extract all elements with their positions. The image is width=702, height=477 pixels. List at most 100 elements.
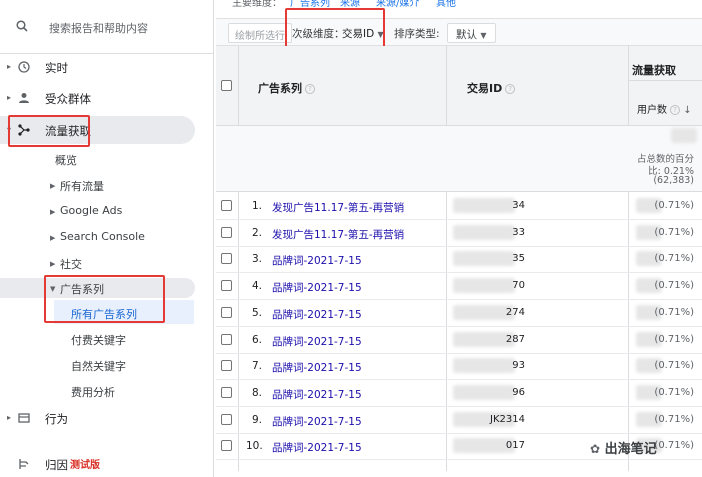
summary-line: (62,383) <box>653 175 694 186</box>
sub-paid-keywords[interactable]: 付费关键字 <box>71 332 126 352</box>
table-row[interactable]: 4. 品牌词-2021-7-15 70 (0.71%) <box>216 272 702 301</box>
users-pct: (0.71%) <box>654 386 694 398</box>
row-checkbox[interactable] <box>221 360 232 372</box>
nav-item-behavior[interactable]: ▸ 行为 <box>0 406 213 430</box>
col-header-label: 交易ID <box>467 82 503 95</box>
col-header-txid[interactable]: 交易ID? <box>467 80 516 96</box>
sub-google-ads[interactable]: ▶ Google Ads <box>50 204 123 224</box>
row-checkbox[interactable] <box>221 386 232 398</box>
row-checkbox[interactable] <box>221 280 232 292</box>
campaign-link[interactable]: 发现广告11.17-第五-再营销 <box>272 200 404 215</box>
row-number: 7. <box>251 360 262 373</box>
users-pct: (0.71%) <box>654 440 694 452</box>
users-pct: (0.71%) <box>654 413 694 425</box>
nav-item-realtime[interactable]: ▸ 实时 <box>0 55 213 79</box>
sub-cost-analysis[interactable]: 费用分析 <box>71 384 115 404</box>
nav-item-attribution[interactable]: 归因 测试版 <box>0 452 213 476</box>
campaign-link[interactable]: 品牌词-2021-7-15 <box>272 253 362 268</box>
campaign-link[interactable]: 发现广告11.17-第五-再营销 <box>272 227 404 242</box>
summary-row: 占总数的百分 比: 0.21% (62,383) <box>216 126 702 192</box>
row-checkbox[interactable] <box>221 440 232 452</box>
sub-social[interactable]: ▶ 社交 <box>50 256 82 276</box>
beta-badge: 测试版 <box>70 460 100 471</box>
chevron-right-icon: ▸ <box>7 93 12 102</box>
sub-label: 自然关键字 <box>71 360 126 373</box>
triangle-right-icon: ▶ <box>50 208 56 216</box>
triangle-right-icon: ▶ <box>50 260 56 268</box>
campaign-link[interactable]: 品牌词-2021-7-15 <box>272 414 362 429</box>
users-pct: (0.71%) <box>654 253 694 265</box>
users-pct: (0.71%) <box>654 333 694 345</box>
table-row[interactable]: 3. 品牌词-2021-7-15 35 (0.71%) <box>216 245 702 274</box>
nav-label: 归因 <box>45 458 68 472</box>
behavior-icon <box>18 413 30 423</box>
campaign-link[interactable]: 品牌词-2021-7-15 <box>272 387 362 402</box>
primary-dim-option[interactable]: 广告系列 <box>290 0 330 8</box>
triangle-right-icon: ▶ <box>50 182 56 190</box>
txid-value: 274 <box>505 306 525 318</box>
group-header-rule <box>628 80 702 81</box>
table-row[interactable]: 1. 发现广告11.17-第五-再营销 34 (0.71%) <box>216 192 702 220</box>
help-icon[interactable]: ? <box>670 105 680 115</box>
sort-type-select[interactable]: 默认 ▼ <box>447 23 496 43</box>
row-checkbox[interactable] <box>221 226 232 238</box>
select-all-checkbox[interactable] <box>221 80 232 91</box>
sub-label: 付费关键字 <box>71 334 126 347</box>
txid-value: 35 <box>512 253 525 265</box>
highlight-box-acquisition <box>8 115 90 147</box>
sub-overview[interactable]: 概览 <box>55 152 77 172</box>
primary-dim-option[interactable]: 来源 <box>340 0 360 8</box>
table-row[interactable]: 8. 品牌词-2021-7-15 96 (0.71%) <box>216 379 702 407</box>
txid-value: JK2314 <box>490 413 525 425</box>
primary-dim-label: 主要维度： <box>232 0 282 8</box>
row-number: 9. <box>251 413 262 426</box>
campaign-link[interactable]: 品牌词-2021-7-15 <box>272 334 362 349</box>
row-checkbox[interactable] <box>221 200 232 211</box>
primary-dimension-strip: 主要维度： 广告系列 来源 来源/媒介 其他 <box>216 0 702 8</box>
nav-label: 行为 <box>45 412 68 426</box>
users-pct: (0.71%) <box>654 306 694 318</box>
help-icon[interactable]: ? <box>505 84 516 94</box>
col-header-label: 用户数 <box>637 105 667 116</box>
txid-value: 287 <box>505 333 525 345</box>
table-row[interactable]: 2. 发现广告11.17-第五-再营销 33 (0.71%) <box>216 219 702 247</box>
clock-icon <box>18 61 30 73</box>
help-icon[interactable]: ? <box>305 84 315 94</box>
search-box[interactable]: 搜索报告和帮助内容 <box>0 0 213 54</box>
table-row[interactable]: 7. 品牌词-2021-7-15 93 (0.71%) <box>216 352 702 381</box>
campaign-link[interactable]: 品牌词-2021-7-15 <box>272 280 362 295</box>
redacted-total <box>671 128 697 143</box>
row-checkbox[interactable] <box>221 333 232 345</box>
highlight-box-campaigns <box>44 275 165 323</box>
txid-value: 34 <box>512 200 525 211</box>
table-row[interactable]: 9. 品牌词-2021-7-15 JK2314 (0.71%) <box>216 406 702 434</box>
sub-label: Google Ads <box>60 204 123 217</box>
campaign-link[interactable]: 品牌词-2021-7-15 <box>272 440 362 455</box>
plot-rows-button[interactable]: 绘制所选行 <box>228 23 292 43</box>
campaign-link[interactable]: 品牌词-2021-7-15 <box>272 360 362 375</box>
row-checkbox[interactable] <box>221 253 232 265</box>
search-icon <box>16 20 28 32</box>
sub-search-console[interactable]: ▶ Search Console <box>50 230 145 250</box>
row-checkbox[interactable] <box>221 413 232 425</box>
row-checkbox[interactable] <box>221 306 232 318</box>
nav-item-audience[interactable]: ▸ 受众群体 <box>0 86 213 110</box>
table-row[interactable]: 5. 品牌词-2021-7-15 274 (0.71%) <box>216 299 702 327</box>
primary-dim-option[interactable]: 其他 <box>436 0 456 8</box>
row-number: 8. <box>251 386 262 399</box>
campaign-link[interactable]: 品牌词-2021-7-15 <box>272 307 362 322</box>
row-number: 4. <box>251 280 262 293</box>
col-header-users[interactable]: 用户数? ↓ <box>637 101 692 116</box>
sidebar: 搜索报告和帮助内容 ▸ 实时 ▸ 受众群体 ▾ 流量获取 概览 ▶ 所有流量 ▶… <box>0 0 213 477</box>
search-placeholder: 搜索报告和帮助内容 <box>49 22 148 35</box>
col-header-campaign[interactable]: 广告系列? <box>258 80 315 96</box>
sub-label: 概览 <box>55 154 77 167</box>
sub-organic-keywords[interactable]: 自然关键字 <box>71 358 126 378</box>
sub-all-traffic[interactable]: ▶ 所有流量 <box>50 178 104 198</box>
txid-value: 70 <box>512 280 525 292</box>
primary-dim-option[interactable]: 来源/媒介 <box>376 0 419 8</box>
txid-value: 93 <box>512 360 525 372</box>
triangle-right-icon: ▶ <box>50 234 56 242</box>
sub-label: 社交 <box>60 258 82 271</box>
table-row[interactable]: 6. 品牌词-2021-7-15 287 (0.71%) <box>216 326 702 354</box>
